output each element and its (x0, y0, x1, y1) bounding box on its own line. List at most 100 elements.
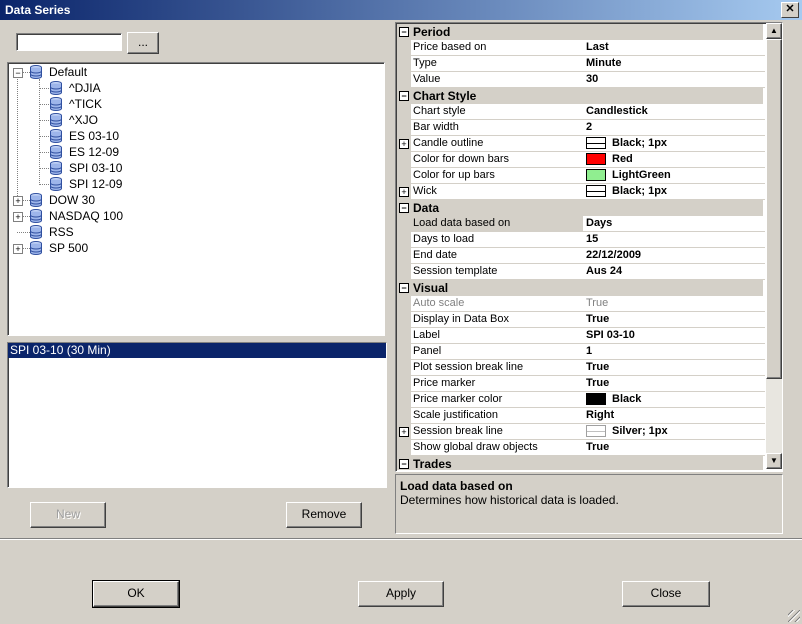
property-value[interactable]: 15 (583, 232, 765, 248)
scroll-thumb[interactable] (766, 39, 782, 379)
property-value[interactable]: Black (583, 392, 765, 408)
property-row[interactable]: Plot session break line True (397, 360, 765, 376)
apply-button[interactable]: Apply (358, 581, 444, 607)
collapse-icon[interactable]: − (399, 91, 409, 101)
property-value[interactable]: 1 (583, 344, 765, 360)
tree-item[interactable]: ES 03-10 (69, 128, 119, 144)
category-trades[interactable]: − Trades (397, 456, 763, 470)
category-label: Visual (413, 281, 449, 295)
tree-item[interactable]: ^DJIA (69, 80, 101, 96)
tree-connector (39, 152, 49, 153)
property-name: Days to load (411, 232, 583, 248)
property-row[interactable]: Price marker color Black (397, 392, 765, 408)
tree-item[interactable]: RSS (49, 224, 74, 240)
property-row[interactable]: Value 30 (397, 72, 765, 88)
property-value[interactable]: 30 (583, 72, 765, 88)
tree-item[interactable]: SPI 12-09 (69, 176, 122, 192)
close-window-button[interactable]: ✕ (781, 2, 799, 18)
property-row[interactable]: Scale justification Right (397, 408, 765, 424)
property-value[interactable]: True (583, 296, 765, 312)
property-row[interactable]: Days to load 15 (397, 232, 765, 248)
property-grid[interactable]: − Period Price based on Last Type Minute Value… (395, 22, 783, 472)
property-row[interactable]: Show global draw objects True (397, 440, 765, 456)
row-gutter (397, 408, 411, 424)
close-button[interactable]: Close (622, 581, 710, 607)
property-value[interactable]: Black; 1px (583, 136, 765, 152)
new-button[interactable]: New (30, 502, 106, 528)
category-label: Chart Style (413, 89, 477, 103)
property-value[interactable]: True (583, 376, 765, 392)
remove-button[interactable]: Remove (286, 502, 362, 528)
property-row[interactable]: Type Minute (397, 56, 765, 72)
ok-button[interactable]: OK (92, 580, 180, 608)
category-chart-style[interactable]: − Chart Style (397, 88, 763, 104)
expand-icon[interactable]: + (399, 427, 409, 437)
property-value-text: SPI 03-10 (586, 329, 635, 341)
scroll-up-arrow[interactable]: ▲ (766, 23, 782, 39)
property-row[interactable]: Color for down bars Red (397, 152, 765, 168)
property-value[interactable]: Aus 24 (583, 264, 765, 280)
tree-item[interactable]: SP 500 (49, 240, 88, 256)
property-value[interactable]: 2 (583, 120, 765, 136)
expand-icon[interactable]: + (13, 244, 23, 254)
expand-icon[interactable]: + (13, 212, 23, 222)
property-row[interactable]: Label SPI 03-10 (397, 328, 765, 344)
tree-item-default[interactable]: Default (49, 64, 87, 80)
property-row[interactable]: Panel 1 (397, 344, 765, 360)
collapse-icon[interactable]: − (399, 283, 409, 293)
collapse-icon[interactable]: − (13, 68, 23, 78)
collapse-icon[interactable]: − (399, 459, 409, 469)
property-value[interactable]: Days (583, 216, 765, 232)
property-value[interactable]: Red (583, 152, 765, 168)
property-scrollbar[interactable]: ▲ ▼ (766, 23, 782, 469)
category-period[interactable]: − Period (397, 24, 763, 40)
property-value[interactable]: 22/12/2009 (583, 248, 765, 264)
property-row[interactable]: Chart style Candlestick (397, 104, 765, 120)
tree-item[interactable]: NASDAQ 100 (49, 208, 123, 224)
property-row[interactable]: Load data based on Days (397, 216, 765, 232)
property-value-text: Right (586, 409, 615, 421)
property-row[interactable]: Price marker True (397, 376, 765, 392)
property-row[interactable]: + Wick Black; 1px (397, 184, 765, 200)
property-row[interactable]: Price based on Last (397, 40, 765, 56)
property-row[interactable]: Display in Data Box True (397, 312, 765, 328)
property-row[interactable]: + Candle outline Black; 1px (397, 136, 765, 152)
property-row[interactable]: Color for up bars LightGreen (397, 168, 765, 184)
tree-item[interactable]: DOW 30 (49, 192, 95, 208)
category-data[interactable]: − Data (397, 200, 763, 216)
property-value[interactable]: LightGreen (583, 168, 765, 184)
collapse-icon[interactable]: − (399, 203, 409, 213)
property-row[interactable]: Bar width 2 (397, 120, 765, 136)
property-value[interactable]: Black; 1px (583, 184, 765, 200)
instrument-tree[interactable]: − Default ^DJIA ^TICK ^XJO ES 03-10 ES 12-09 SP… (7, 62, 385, 336)
property-value[interactable]: Last (583, 40, 765, 56)
tree-item[interactable]: ^TICK (69, 96, 102, 112)
resize-grip-icon[interactable] (788, 610, 800, 622)
property-row[interactable]: Auto scale True (397, 296, 765, 312)
scroll-down-arrow[interactable]: ▼ (766, 453, 782, 469)
tree-connector (39, 88, 49, 89)
property-row[interactable]: + Session break line Silver; 1px (397, 424, 765, 440)
tree-item[interactable]: ^XJO (69, 112, 98, 128)
property-value[interactable]: Minute (583, 56, 765, 72)
property-value[interactable]: True (583, 440, 765, 456)
expand-icon[interactable]: + (399, 187, 409, 197)
property-row[interactable]: End date 22/12/2009 (397, 248, 765, 264)
property-value[interactable]: True (583, 360, 765, 376)
expand-icon[interactable]: + (13, 196, 23, 206)
tree-item[interactable]: ES 12-09 (69, 144, 119, 160)
property-value[interactable]: Right (583, 408, 765, 424)
property-value[interactable]: True (583, 312, 765, 328)
property-value[interactable]: Silver; 1px (583, 424, 765, 440)
search-input[interactable] (16, 33, 122, 51)
browse-button[interactable]: ... (127, 32, 159, 54)
property-value[interactable]: Candlestick (583, 104, 765, 120)
property-value[interactable]: SPI 03-10 (583, 328, 765, 344)
series-list[interactable]: SPI 03-10 (30 Min) (7, 342, 387, 488)
list-item[interactable]: SPI 03-10 (30 Min) (8, 343, 386, 358)
property-row[interactable]: Session template Aus 24 (397, 264, 765, 280)
tree-item[interactable]: SPI 03-10 (69, 160, 122, 176)
category-visual[interactable]: − Visual (397, 280, 763, 296)
collapse-icon[interactable]: − (399, 27, 409, 37)
expand-icon[interactable]: + (399, 139, 409, 149)
